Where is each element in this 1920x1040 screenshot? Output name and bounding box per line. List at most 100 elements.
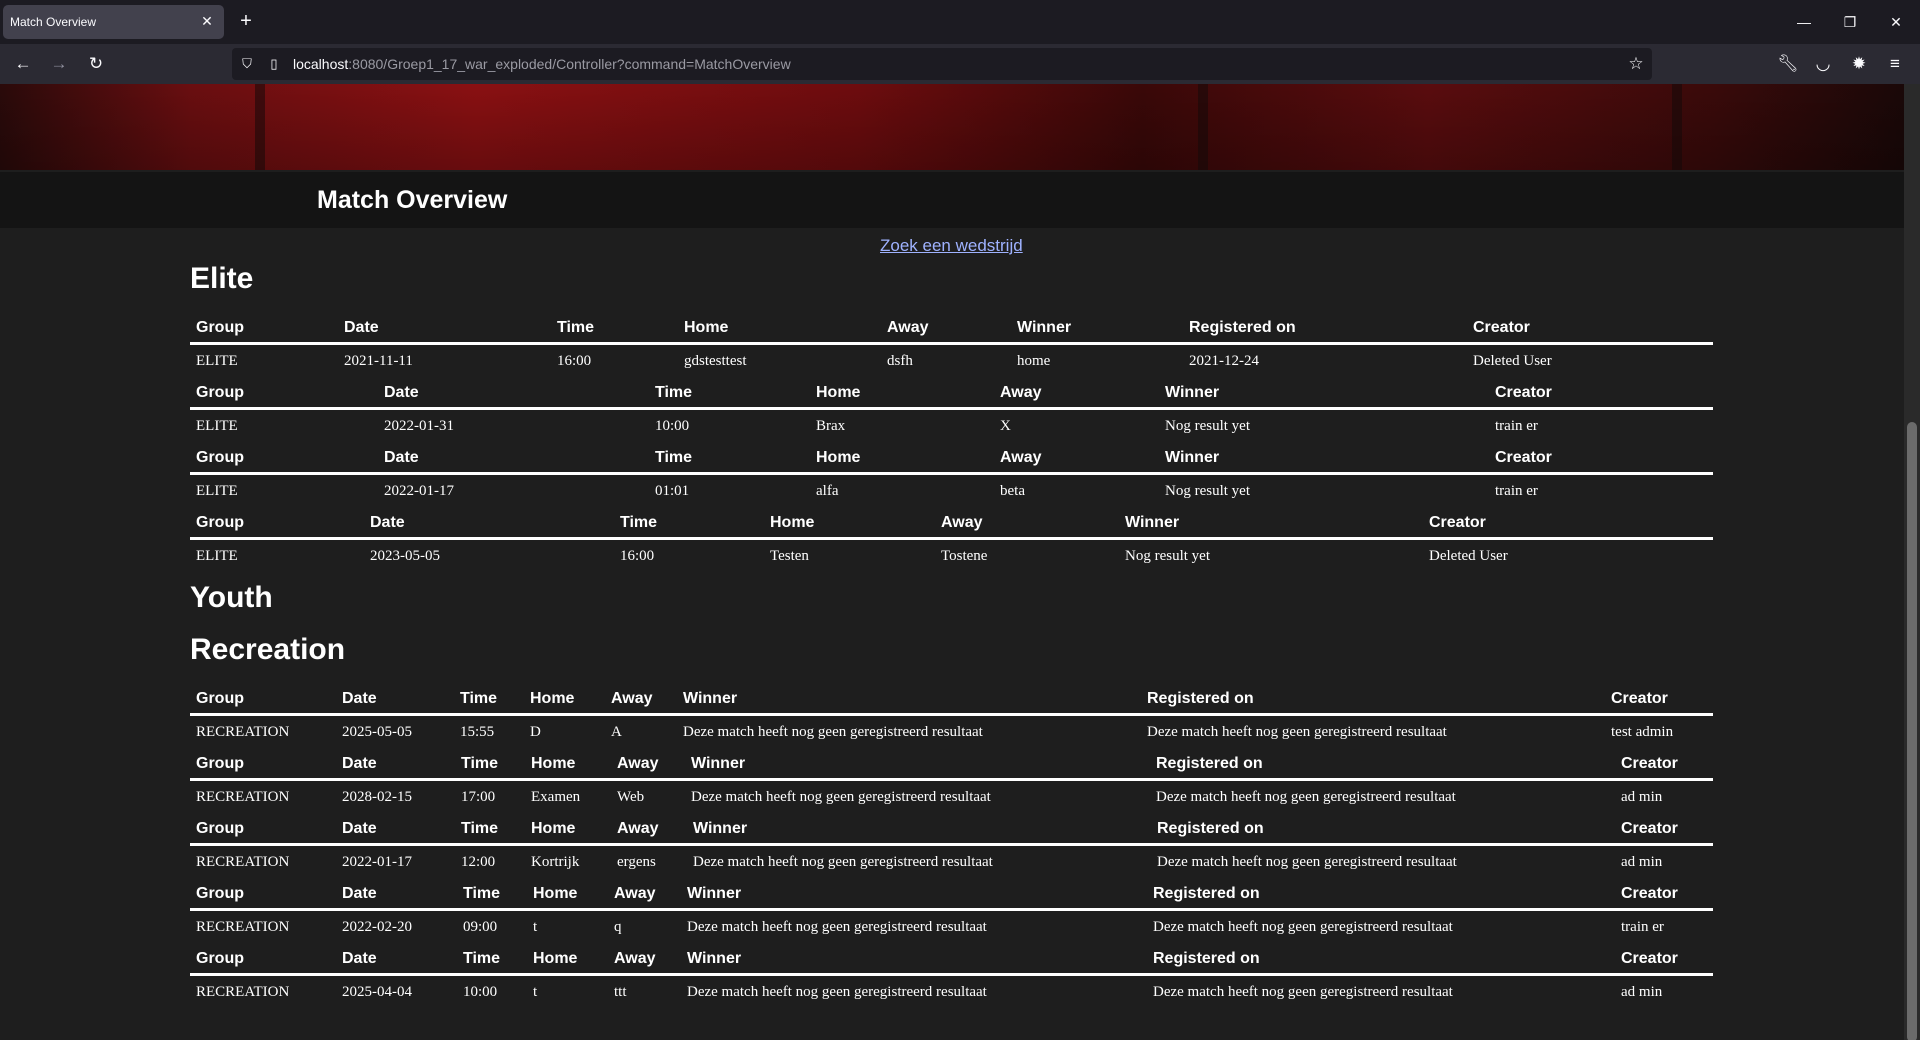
column-header-winner: Winner [1165, 449, 1220, 466]
column-header-home: Home [533, 885, 578, 902]
section-heading-elite: Elite [190, 262, 254, 295]
scrollbar-thumb[interactable] [1907, 422, 1917, 1040]
column-header-creator: Creator [1611, 690, 1668, 707]
column-header-time: Time [655, 384, 693, 401]
column-header-away: Away [617, 755, 659, 772]
column-header-group: Group [196, 820, 244, 837]
cell-home: gdstesttest [684, 353, 747, 369]
cell-winner: home [1017, 353, 1051, 369]
restore-icon[interactable]: ❐ [1838, 10, 1862, 34]
cell-date: 2022-01-17 [384, 483, 454, 499]
page-icon[interactable]: ▯ [265, 55, 283, 73]
column-header-creator: Creator [1621, 950, 1678, 967]
title-bar: Match Overview [0, 172, 1904, 228]
cell-creator: ad min [1621, 789, 1663, 805]
column-header-winner: Winner [687, 885, 742, 902]
cell-home: Kortrijk [531, 854, 580, 870]
column-header-date: Date [370, 514, 405, 531]
cell-group: ELITE [196, 353, 238, 369]
column-header-away: Away [614, 950, 656, 967]
column-header-time: Time [463, 885, 501, 902]
column-header-creator: Creator [1495, 449, 1552, 466]
new-tab-icon[interactable]: + [234, 10, 258, 34]
column-header-home: Home [816, 449, 861, 466]
url-bar[interactable]: ⛉ ▯ localhost:8080/Groep1_17_war_explode… [232, 48, 1652, 80]
reload-icon[interactable]: ↻ [83, 51, 109, 77]
browser-tab[interactable]: Match Overview ✕ [3, 5, 224, 39]
menu-icon[interactable]: ≡ [1882, 51, 1908, 77]
table-row: RECREATION 2025-04-04 10:00 t ttt Deze match … [190, 976, 1713, 1009]
column-header-home: Home [533, 950, 578, 967]
url-text[interactable]: localhost:8080/Groep1_17_war_exploded/Co… [293, 56, 791, 72]
column-header-winner: Winner [1125, 514, 1180, 531]
tab-bar: Match Overview ✕ + — ❐ ✕ [0, 0, 1920, 44]
table-header-row: Group Date Time Home Away Winner Registered on… [190, 944, 1713, 976]
cell-winner: Nog result yet [1125, 548, 1210, 564]
close-window-icon[interactable]: ✕ [1884, 10, 1908, 34]
table-header-row: Group Date Time Home Away Winner Registered on… [190, 313, 1713, 345]
cell-group: RECREATION [196, 919, 290, 935]
shield-icon[interactable]: ⛉ [238, 55, 256, 73]
bookmark-star-icon[interactable]: ☆ [1626, 54, 1646, 74]
section-heading-youth: Youth [190, 581, 273, 614]
column-header-away: Away [614, 885, 656, 902]
table-header-row: Group Date Time Home Away Winner Creator [190, 378, 1713, 410]
table-header-row: Group Date Time Home Away Winner Registered on… [190, 879, 1713, 911]
column-header-registered: Registered on [1157, 820, 1264, 837]
cell-creator: train er [1621, 919, 1664, 935]
section-heading-recreation: Recreation [190, 633, 346, 666]
cell-time: 16:00 [557, 353, 592, 369]
cell-winner: Nog result yet [1165, 418, 1250, 434]
cell-winner: Deze match heeft nog geen geregistreerd … [683, 724, 983, 740]
search-match-link[interactable]: Zoek een wedstrijd [880, 236, 1023, 256]
cell-winner: Nog result yet [1165, 483, 1250, 499]
elite-match-list: Group Date Time Home Away Winner Registered on… [190, 313, 1713, 573]
column-header-date: Date [342, 755, 377, 772]
column-header-date: Date [342, 950, 377, 967]
column-header-registered: Registered on [1189, 319, 1296, 336]
column-header-group: Group [196, 690, 244, 707]
cell-winner: Deze match heeft nog geen geregistreerd … [687, 919, 987, 935]
minimize-icon[interactable]: — [1792, 10, 1816, 34]
cell-group: RECREATION [196, 984, 290, 1000]
pocket-icon[interactable]: ◡ [1810, 51, 1836, 77]
column-header-away: Away [617, 820, 659, 837]
wrench-icon[interactable]: 🔧︎ [1775, 51, 1801, 77]
extensions-icon[interactable]: ✹ [1846, 51, 1872, 77]
page-scrollbar[interactable] [1904, 84, 1920, 1040]
cell-group: RECREATION [196, 724, 290, 740]
column-header-registered: Registered on [1147, 690, 1254, 707]
cell-date: 2028-02-15 [342, 789, 412, 805]
column-header-home: Home [530, 690, 575, 707]
cell-registered: Deze match heeft nog geen geregistreerd … [1153, 984, 1453, 1000]
cell-time: 16:00 [620, 548, 655, 564]
cell-date: 2022-02-20 [342, 919, 412, 935]
column-header-time: Time [620, 514, 658, 531]
cell-creator: ad min [1621, 854, 1663, 870]
cell-date: 2022-01-17 [342, 854, 412, 870]
page-title: Match Overview [317, 186, 508, 214]
cell-time: 15:55 [460, 724, 495, 740]
column-header-creator: Creator [1495, 384, 1552, 401]
column-header-date: Date [342, 690, 377, 707]
cell-time: 10:00 [463, 984, 498, 1000]
cell-away: A [611, 724, 622, 740]
close-tab-icon[interactable]: ✕ [198, 12, 216, 30]
cell-home: Examen [531, 789, 581, 805]
column-header-time: Time [463, 950, 501, 967]
back-icon[interactable]: ← [10, 51, 36, 77]
cell-home: Brax [816, 418, 846, 434]
cell-creator: train er [1495, 483, 1538, 499]
cell-creator: train er [1495, 418, 1538, 434]
forward-icon[interactable]: → [46, 51, 72, 77]
column-header-group: Group [196, 514, 244, 531]
cell-creator: Deleted User [1473, 353, 1552, 369]
cell-creator: ad min [1621, 984, 1663, 1000]
column-header-registered: Registered on [1153, 950, 1260, 967]
table-row: RECREATION 2022-01-17 12:00 Kortrijk ergens D… [190, 846, 1713, 879]
cell-date: 2023-05-05 [370, 548, 440, 564]
column-header-winner: Winner [691, 755, 746, 772]
page-viewport: Match Overview Zoek een wedstrijd Elite … [0, 84, 1920, 1040]
column-header-creator: Creator [1621, 755, 1678, 772]
cell-away: q [614, 919, 622, 935]
